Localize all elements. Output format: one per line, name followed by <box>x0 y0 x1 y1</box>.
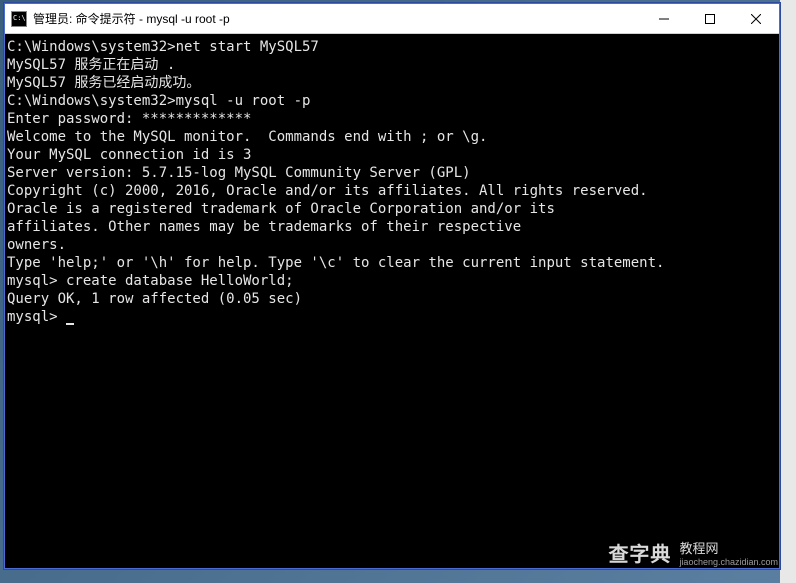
maximize-icon <box>705 14 715 24</box>
terminal-line: Your MySQL connection id is 3 <box>7 146 777 164</box>
window-controls <box>641 4 779 33</box>
terminal-line: mysql> create database HelloWorld; <box>7 272 777 290</box>
terminal-line: Server version: 5.7.15-log MySQL Communi… <box>7 164 777 182</box>
cmd-icon <box>11 11 27 27</box>
terminal-output[interactable]: C:\Windows\system32>net start MySQL57MyS… <box>5 34 779 568</box>
right-background-strip <box>780 0 796 583</box>
cursor <box>66 323 74 325</box>
terminal-line: Enter password: ************* <box>7 110 777 128</box>
terminal-line: Type 'help;' or '\h' for help. Type '\c'… <box>7 254 777 272</box>
terminal-line: mysql> <box>7 308 777 326</box>
terminal-line: MySQL57 服务正在启动 . <box>7 56 777 74</box>
window-title: 管理员: 命令提示符 - mysql -u root -p <box>33 10 641 27</box>
terminal-line: C:\Windows\system32>mysql -u root -p <box>7 92 777 110</box>
close-icon <box>751 14 761 24</box>
terminal-line: Query OK, 1 row affected (0.05 sec) <box>7 290 777 308</box>
close-button[interactable] <box>733 4 779 34</box>
minimize-icon <box>659 14 669 24</box>
terminal-line: affiliates. Other names may be trademark… <box>7 218 777 236</box>
terminal-line: MySQL57 服务已经启动成功。 <box>7 74 777 92</box>
terminal-line: Copyright (c) 2000, 2016, Oracle and/or … <box>7 182 777 200</box>
command-prompt-window: 管理员: 命令提示符 - mysql -u root -p C:\Windows… <box>4 3 780 569</box>
titlebar[interactable]: 管理员: 命令提示符 - mysql -u root -p <box>5 4 779 34</box>
terminal-line: C:\Windows\system32>net start MySQL57 <box>7 38 777 56</box>
minimize-button[interactable] <box>641 4 687 34</box>
maximize-button[interactable] <box>687 4 733 34</box>
terminal-line: Welcome to the MySQL monitor. Commands e… <box>7 128 777 146</box>
terminal-line: owners. <box>7 236 777 254</box>
terminal-line: Oracle is a registered trademark of Orac… <box>7 200 777 218</box>
